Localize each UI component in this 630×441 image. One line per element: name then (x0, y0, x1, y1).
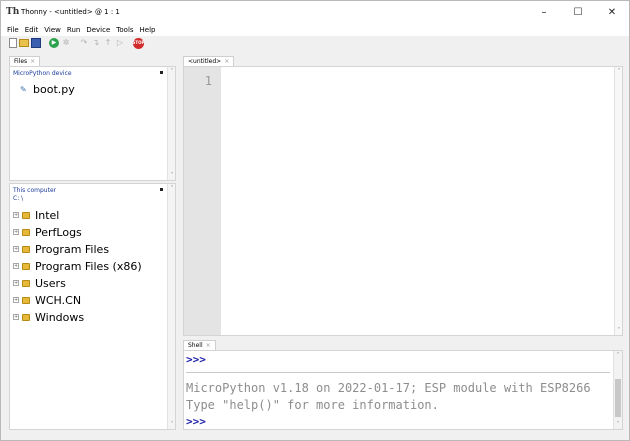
folder-icon (22, 262, 30, 270)
menu-edit[interactable]: Edit (22, 24, 42, 36)
menu-device[interactable]: Device (83, 24, 113, 36)
thonny-app-icon: Th (6, 7, 20, 17)
folder-name: PerfLogs (35, 225, 82, 239)
this-computer-panel: This computer C: \ + Intel + PerfLogs + … (9, 183, 176, 430)
folder-item-windows[interactable]: + Windows (13, 310, 84, 324)
folder-name: Users (35, 276, 66, 290)
computer-panel-scrollbar[interactable]: ˄ ˅ (167, 184, 175, 429)
window-controls: – ☐ ✕ (527, 1, 629, 23)
shell-tab[interactable]: Shell × (183, 340, 216, 350)
files-tab-label: Files (14, 58, 28, 65)
menu-help[interactable]: Help (137, 24, 159, 36)
expand-icon[interactable]: + (13, 297, 19, 303)
save-icon[interactable] (31, 38, 41, 48)
scroll-down-arrow-icon[interactable]: ˅ (168, 421, 176, 428)
folder-item-intel[interactable]: + Intel (13, 208, 59, 222)
device-panel-scrollbar[interactable]: ˄ ˅ (167, 67, 175, 180)
resume-icon[interactable]: ▷ (115, 38, 125, 48)
folder-name: Program Files (35, 242, 110, 256)
expand-icon[interactable]: + (13, 229, 19, 235)
scroll-up-arrow-icon[interactable]: ˄ (168, 68, 176, 75)
editor-scrollbar[interactable]: ˄ ˅ (614, 67, 622, 335)
line-number-gutter: 1 (184, 67, 221, 335)
thonny-window: Th Thonny - <untitled> @ 1 : 1 – ☐ ✕ Fil… (0, 0, 630, 441)
menu-run[interactable]: Run (64, 24, 83, 36)
shell-tab-close-icon[interactable]: × (206, 341, 211, 350)
folder-name: Program Files (x86) (35, 259, 142, 273)
micropython-device-panel: MicroPython device ✎ boot.py ˄ ˅ (9, 66, 176, 181)
shell-scroll-thumb[interactable] (615, 379, 621, 417)
shell-console[interactable]: >>> MicroPython v1.18 on 2022-01-17; ESP… (183, 350, 623, 430)
shell-scrollbar[interactable]: ˄ ˅ (613, 351, 622, 429)
folder-name: Windows (35, 310, 85, 324)
scroll-up-arrow-icon[interactable]: ˄ (168, 185, 176, 192)
device-panel-header: MicroPython device (13, 70, 72, 77)
folder-icon (22, 245, 30, 253)
expand-icon[interactable]: + (13, 280, 19, 286)
new-file-icon[interactable] (9, 38, 17, 48)
folder-icon (22, 313, 30, 321)
shell-prompt: >>> (186, 353, 206, 366)
menu-tools[interactable]: Tools (113, 24, 136, 36)
folder-item-program-files-x86[interactable]: + Program Files (x86) (13, 259, 142, 273)
folder-icon (22, 279, 30, 287)
title-bar: Th Thonny - <untitled> @ 1 : 1 – ☐ ✕ (1, 1, 629, 23)
menu-view[interactable]: View (41, 24, 64, 36)
editor-tab-label: <untitled> (188, 58, 222, 65)
file-name: boot.py (33, 83, 75, 96)
shell-tab-label: Shell (188, 342, 203, 349)
minimize-button[interactable]: – (527, 1, 561, 23)
shell-input-prompt[interactable]: >>> (186, 415, 206, 428)
run-icon[interactable]: ▶ (49, 38, 59, 48)
scroll-down-arrow-icon[interactable]: ˅ (168, 172, 176, 179)
expand-icon[interactable]: + (13, 246, 19, 252)
file-item-boot-py[interactable]: ✎ boot.py (20, 83, 75, 96)
stop-icon[interactable]: STOP (133, 37, 144, 49)
device-panel-menu-icon[interactable] (160, 71, 163, 74)
python-file-icon: ✎ (20, 85, 27, 94)
scroll-up-arrow-icon[interactable]: ˄ (615, 68, 623, 75)
files-tab-close-icon[interactable]: × (30, 57, 35, 66)
open-folder-icon[interactable] (19, 39, 29, 47)
window-title: Thonny - <untitled> @ 1 : 1 (21, 8, 120, 16)
step-out-icon[interactable]: ↑ (103, 38, 113, 48)
computer-panel-header: This computer (13, 187, 57, 194)
scroll-down-arrow-icon[interactable]: ˅ (614, 421, 622, 428)
line-number: 1 (204, 74, 212, 88)
editor-tab-close-icon[interactable]: × (224, 57, 229, 66)
folder-item-wch-cn[interactable]: + WCH.CN (13, 293, 81, 307)
folder-icon (22, 296, 30, 304)
shell-output-line: Type "help()" for more information. (186, 398, 439, 412)
folder-item-users[interactable]: + Users (13, 276, 66, 290)
folder-name: Intel (35, 208, 60, 222)
step-over-icon[interactable]: ↷ (79, 38, 89, 48)
expand-icon[interactable]: + (13, 263, 19, 269)
expand-icon[interactable]: + (13, 212, 19, 218)
folder-item-perflogs[interactable]: + PerfLogs (13, 225, 82, 239)
expand-icon[interactable]: + (13, 314, 19, 320)
code-editor[interactable]: 1 ˄ ˅ (183, 66, 623, 336)
maximize-button[interactable]: ☐ (561, 1, 595, 23)
folder-icon (22, 211, 30, 219)
shell-output-line: MicroPython v1.18 on 2022-01-17; ESP mod… (186, 381, 591, 395)
scroll-up-arrow-icon[interactable]: ˄ (614, 352, 622, 359)
step-into-icon[interactable]: ↴ (91, 38, 101, 48)
editor-tab-untitled[interactable]: <untitled> × (183, 56, 235, 66)
menu-file[interactable]: File (4, 24, 22, 36)
debug-icon[interactable]: ✲ (61, 38, 71, 48)
scroll-down-arrow-icon[interactable]: ˅ (615, 327, 623, 334)
folder-item-program-files[interactable]: + Program Files (13, 242, 109, 256)
menu-bar: File Edit View Run Device Tools Help (1, 23, 629, 36)
current-path: C: \ (13, 195, 24, 202)
files-tab[interactable]: Files × (9, 56, 41, 66)
computer-panel-menu-icon[interactable] (160, 188, 163, 191)
folder-name: WCH.CN (35, 293, 82, 307)
close-button[interactable]: ✕ (595, 1, 629, 23)
shell-divider (186, 372, 610, 373)
folder-icon (22, 228, 30, 236)
toolbar: ▶ ✲ ↷ ↴ ↑ ▷ STOP (1, 36, 629, 50)
